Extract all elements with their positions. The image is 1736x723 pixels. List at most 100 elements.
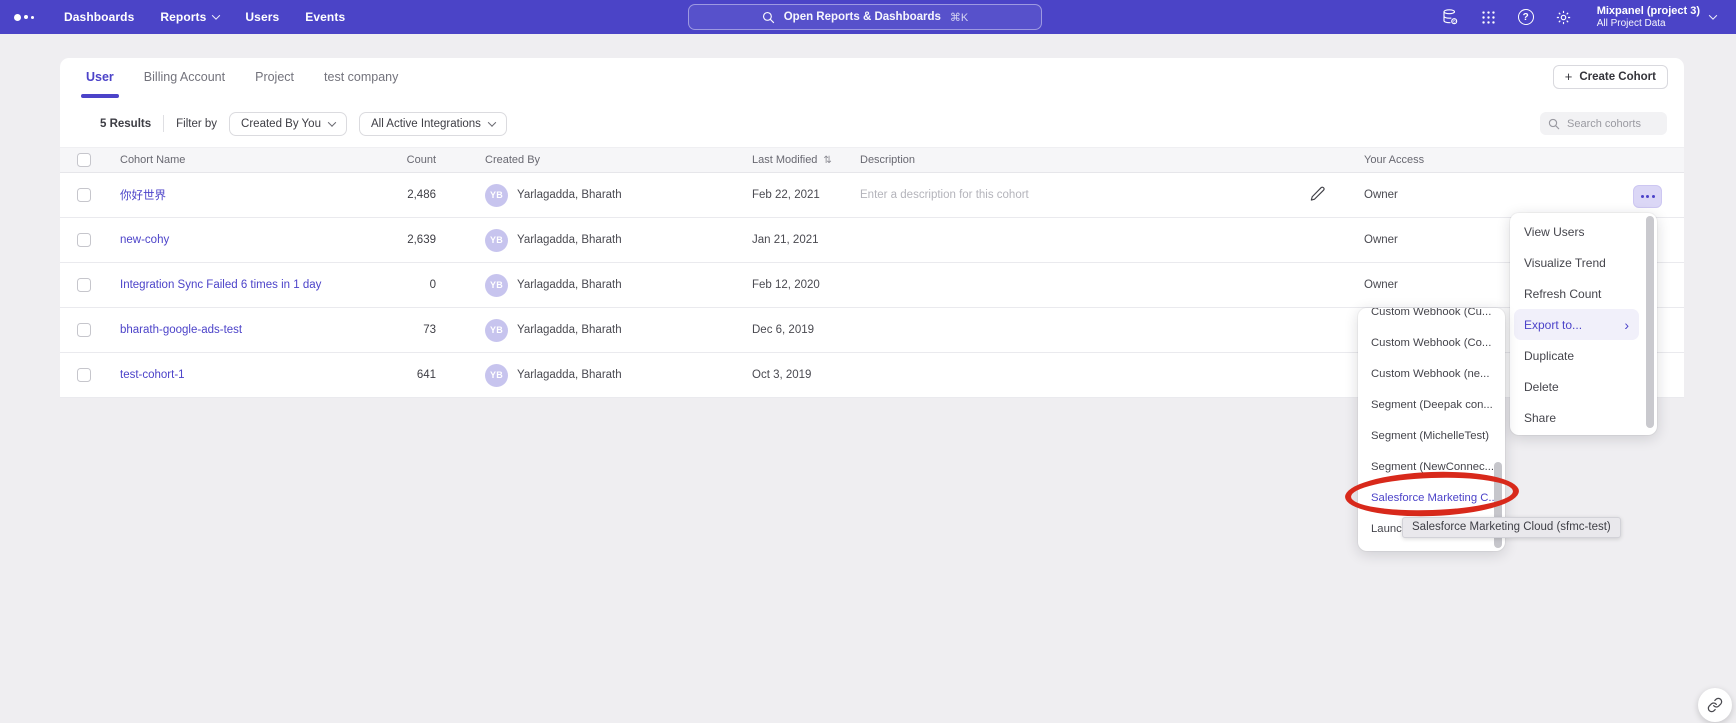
tab-project[interactable]: Project	[253, 60, 296, 94]
apps-grid-icon[interactable]	[1480, 9, 1497, 26]
chevron-down-icon	[488, 118, 496, 126]
header-created-by: Created By	[436, 154, 752, 166]
submenu-item-custom-webhook-2[interactable]: Custom Webhook (Co...	[1358, 327, 1505, 358]
description-placeholder[interactable]: Enter a description for this cohort	[860, 189, 1300, 201]
cohort-name-link[interactable]: new-cohy	[120, 234, 360, 246]
cohort-name-link[interactable]: test-cohort-1	[120, 369, 360, 381]
menu-item-refresh-count[interactable]: Refresh Count	[1510, 278, 1657, 309]
header-last-modified: Last Modified⇅	[752, 154, 860, 166]
access-value: Owner	[1364, 189, 1560, 201]
chevron-down-icon	[1709, 11, 1717, 19]
nav-label: Users	[245, 10, 279, 24]
screen: Dashboards Reports Users Events Open Rep…	[0, 0, 1736, 723]
tab-billing-account[interactable]: Billing Account	[142, 60, 227, 94]
creator-name: Yarlagadda, Bharath	[517, 279, 622, 291]
row-checkbox[interactable]	[77, 278, 91, 292]
submenu-item-segment-michelletest[interactable]: Segment (MichelleTest)	[1358, 420, 1505, 451]
cohort-count: 73	[360, 324, 436, 336]
cohort-count: 2,639	[360, 234, 436, 246]
last-modified-date: Feb 12, 2020	[752, 279, 860, 291]
filter-bar: 5 Results Filter by Created By You All A…	[60, 100, 1684, 147]
header-count: Count	[360, 154, 436, 166]
menu-item-duplicate[interactable]: Duplicate	[1510, 340, 1657, 371]
nav-right: ? Mixpanel (project 3) All Project Data	[1441, 0, 1736, 34]
tab-test-company[interactable]: test company	[322, 60, 400, 94]
results-count: 5 Results	[100, 118, 151, 130]
nav-item-users[interactable]: Users	[245, 10, 279, 24]
chevron-down-icon	[212, 11, 220, 19]
submenu-item-salesforce-marketing-cloud[interactable]: Salesforce Marketing C...	[1358, 482, 1505, 513]
menu-item-delete[interactable]: Delete	[1510, 371, 1657, 402]
create-cohort-button[interactable]: + Create Cohort	[1553, 65, 1668, 89]
menu-item-export-to[interactable]: Export to... ›	[1514, 309, 1639, 340]
select-all-checkbox[interactable]	[77, 153, 91, 167]
table-row: new-cohy 2,639 YB Yarlagadda, Bharath Ja…	[60, 218, 1684, 263]
submenu-item-custom-webhook-3[interactable]: Custom Webhook (ne...	[1358, 358, 1505, 389]
search-cohorts-input[interactable]	[1567, 118, 1657, 130]
integrations-filter[interactable]: All Active Integrations	[359, 112, 507, 136]
table-header: Cohort Name Count Created By Last Modifi…	[60, 147, 1684, 173]
global-search-placeholder: Open Reports & Dashboards	[784, 11, 941, 23]
export-to-label: Export to...	[1524, 318, 1582, 332]
row-checkbox[interactable]	[77, 323, 91, 337]
chevron-down-icon	[328, 118, 336, 126]
search-cohorts-box	[1540, 112, 1667, 135]
context-menu-scrollbar[interactable]	[1646, 216, 1654, 428]
nav-label: Dashboards	[64, 10, 134, 24]
creator-name: Yarlagadda, Bharath	[517, 189, 622, 201]
sort-icon[interactable]: ⇅	[823, 155, 831, 166]
tab-bar: User Billing Account Project test compan…	[60, 58, 1684, 100]
submenu-arrow-icon: ›	[1624, 318, 1629, 332]
link-icon	[1707, 697, 1723, 713]
header-cohort-name: Cohort Name	[120, 154, 360, 166]
tab-user[interactable]: User	[84, 60, 116, 94]
data-management-icon[interactable]	[1441, 8, 1459, 26]
project-scope: All Project Data	[1597, 18, 1700, 30]
last-modified-date: Feb 22, 2021	[752, 189, 860, 201]
menu-item-visualize-trend[interactable]: Visualize Trend	[1510, 247, 1657, 278]
menu-item-view-users[interactable]: View Users	[1510, 216, 1657, 247]
settings-gear-icon[interactable]	[1555, 9, 1572, 26]
header-description: Description	[860, 154, 1300, 166]
nav-item-dashboards[interactable]: Dashboards	[64, 10, 134, 24]
table-row: Integration Sync Failed 6 times in 1 day…	[60, 263, 1684, 308]
tooltip: Salesforce Marketing Cloud (sfmc-test)	[1402, 517, 1621, 538]
nav-item-events[interactable]: Events	[305, 10, 345, 24]
cohort-name-link[interactable]: 你好世界	[120, 187, 360, 203]
cohort-name-link[interactable]: bharath-google-ads-test	[120, 324, 360, 336]
top-nav: Dashboards Reports Users Events Open Rep…	[0, 0, 1736, 34]
creator-name: Yarlagadda, Bharath	[517, 234, 622, 246]
project-switcher[interactable]: Mixpanel (project 3) All Project Data	[1597, 5, 1716, 30]
search-icon	[762, 11, 775, 24]
submenu-item-custom-webhook-1[interactable]: Custom Webhook (Cu...	[1358, 308, 1505, 327]
divider	[163, 115, 164, 132]
last-modified-date: Oct 3, 2019	[752, 369, 860, 381]
last-modified-date: Jan 21, 2021	[752, 234, 860, 246]
nav-item-reports[interactable]: Reports	[160, 10, 219, 24]
creator-name: Yarlagadda, Bharath	[517, 369, 622, 381]
created-by-filter[interactable]: Created By You	[229, 112, 347, 136]
row-checkbox[interactable]	[77, 368, 91, 382]
row-checkbox[interactable]	[77, 233, 91, 247]
last-modified-date: Dec 6, 2019	[752, 324, 860, 336]
search-icon	[1548, 118, 1560, 130]
cohort-name-link[interactable]: Integration Sync Failed 6 times in 1 day	[120, 279, 360, 291]
plus-icon: +	[1565, 69, 1573, 84]
share-link-button[interactable]	[1698, 688, 1732, 722]
global-search-button[interactable]: Open Reports & Dashboards ⌘K	[688, 4, 1042, 30]
menu-item-share[interactable]: Share	[1510, 402, 1657, 433]
question-mark: ?	[1518, 9, 1534, 25]
row-actions-dots-button[interactable]	[1633, 185, 1662, 208]
submenu-item-segment-newconnec[interactable]: Segment (NewConnec...	[1358, 451, 1505, 482]
create-cohort-label: Create Cohort	[1579, 71, 1656, 83]
header-your-access: Your Access	[1364, 154, 1560, 166]
row-checkbox[interactable]	[77, 188, 91, 202]
cohort-count: 0	[360, 279, 436, 291]
export-submenu: Custom Webhook (Cu... Custom Webhook (Co…	[1358, 308, 1505, 551]
help-icon[interactable]: ?	[1518, 9, 1534, 25]
edit-pencil-icon[interactable]	[1310, 186, 1325, 201]
avatar: YB	[485, 229, 508, 252]
table-row: 你好世界 2,486 YB Yarlagadda, Bharath Feb 22…	[60, 173, 1684, 218]
submenu-item-segment-deepak[interactable]: Segment (Deepak con...	[1358, 389, 1505, 420]
nav-label: Events	[305, 10, 345, 24]
